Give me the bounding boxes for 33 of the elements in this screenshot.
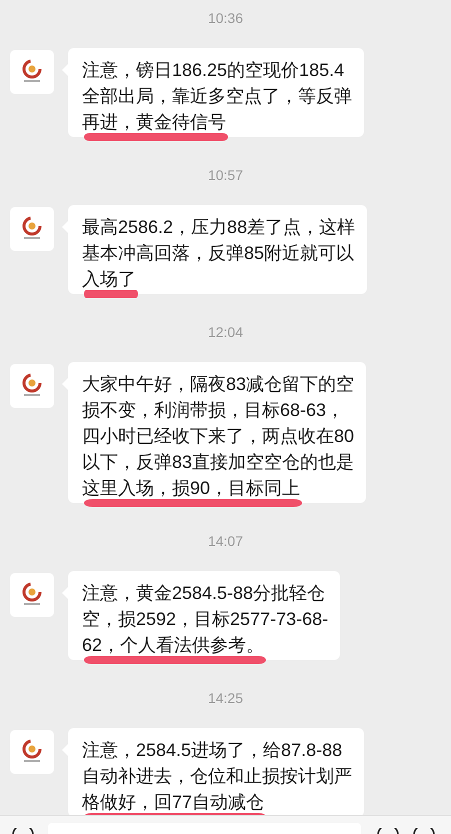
message-text: 最高2586.2，压力88差了点，这样 (82, 217, 356, 237)
message-text: 自动补进去，仓位和止损按计划严 (82, 766, 352, 786)
message-text: 这里入场，损90，目标同上 (82, 478, 300, 498)
logo-icon (21, 373, 43, 399)
timestamp: 10:57 (208, 166, 244, 184)
message-text: 注意，黄金2584.5-88分批轻仓 (82, 583, 326, 603)
avatar[interactable] (10, 207, 54, 251)
message-text: 入场了 (82, 269, 136, 289)
logo-icon (21, 739, 43, 765)
avatar[interactable] (10, 730, 54, 774)
message-text: 62，个人看法供参考。 (82, 635, 264, 655)
message-text: 四小时已经收下来了，两点收在80 (82, 426, 354, 446)
message-text: 空，损2592，目标2577-73-68- (82, 609, 328, 629)
message-text: 注意，镑日186.25的空现价185.4 (82, 60, 344, 80)
message-text: 以下，反弹83直接加空空仓的也是 (82, 452, 354, 472)
underline-mark (84, 290, 138, 298)
message-text: 大家中午好，隔夜83减仓留下的空 (82, 374, 354, 394)
timestamp: 12:04 (208, 322, 244, 342)
timestamp: 10:36 (208, 8, 244, 28)
message-text: 注意，2584.5进场了，给87.8-88 (82, 740, 342, 760)
logo-icon (21, 59, 43, 85)
timestamp: 14:25 (208, 688, 244, 708)
message-text: 全部出局，靠近多空点了，等反弹 (82, 86, 352, 106)
logo-icon (21, 582, 43, 608)
avatar[interactable] (10, 573, 54, 617)
message-text: 再进，黄金待信号 (82, 112, 226, 132)
message-text: 基本冲高回落，反弹85附近就可以 (82, 243, 354, 263)
avatar[interactable] (10, 50, 54, 94)
avatar[interactable] (10, 364, 54, 408)
logo-icon (21, 216, 43, 242)
message-text: 格做好，回77自动减仓 (82, 792, 264, 812)
timestamp: 14:07 (208, 532, 244, 550)
message-text: 损不变，利润带损，目标68-63， (82, 400, 344, 420)
